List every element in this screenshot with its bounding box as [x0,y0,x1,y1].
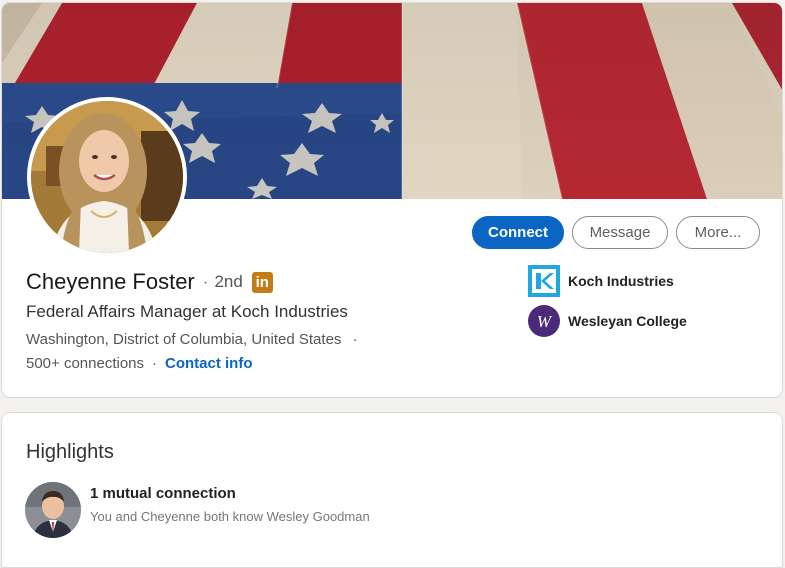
svg-text:W: W [537,312,553,331]
wesleyan-college-logo: W [528,305,560,337]
message-button[interactable]: Message [572,216,668,249]
org-name: Koch Industries [568,273,674,289]
connect-button[interactable]: Connect [472,216,564,249]
location-row: Washington, District of Columbia, United… [26,331,358,348]
more-button[interactable]: More... [676,216,760,249]
name-separator: · [202,272,209,291]
koch-industries-logo [528,265,560,297]
mutual-connection-avatar[interactable] [25,482,81,538]
contact-info-link[interactable]: Contact info [165,355,253,372]
name-row: Cheyenne Foster · 2nd in [26,267,273,297]
profile-card: Connect Message More... Cheyenne Foster … [1,2,783,398]
mutual-connection-title[interactable]: 1 mutual connection [90,485,236,502]
profile-location: Washington, District of Columbia, United… [26,331,342,348]
profile-name: Cheyenne Foster [26,269,195,294]
mutual-connection-subtitle: You and Cheyenne both know Wesley Goodma… [90,509,370,524]
linkedin-premium-icon: in [251,271,273,293]
org-koch-industries[interactable]: Koch Industries [528,265,674,297]
org-name: Wesleyan College [568,313,687,329]
profile-photo[interactable] [27,97,187,257]
highlights-card: Highlights 1 mutual connection You and C… [1,412,783,568]
connections-count: 500+ connections [26,355,145,372]
profile-headline: Federal Affairs Manager at Koch Industri… [26,302,348,321]
org-wesleyan-college[interactable]: W Wesleyan College [528,305,687,337]
connection-degree: 2nd [214,272,243,291]
connections-row: 500+ connections · Contact info [26,355,253,372]
connections-separator: · [152,355,158,372]
highlights-title: Highlights [26,441,114,463]
location-separator: · [352,331,358,348]
